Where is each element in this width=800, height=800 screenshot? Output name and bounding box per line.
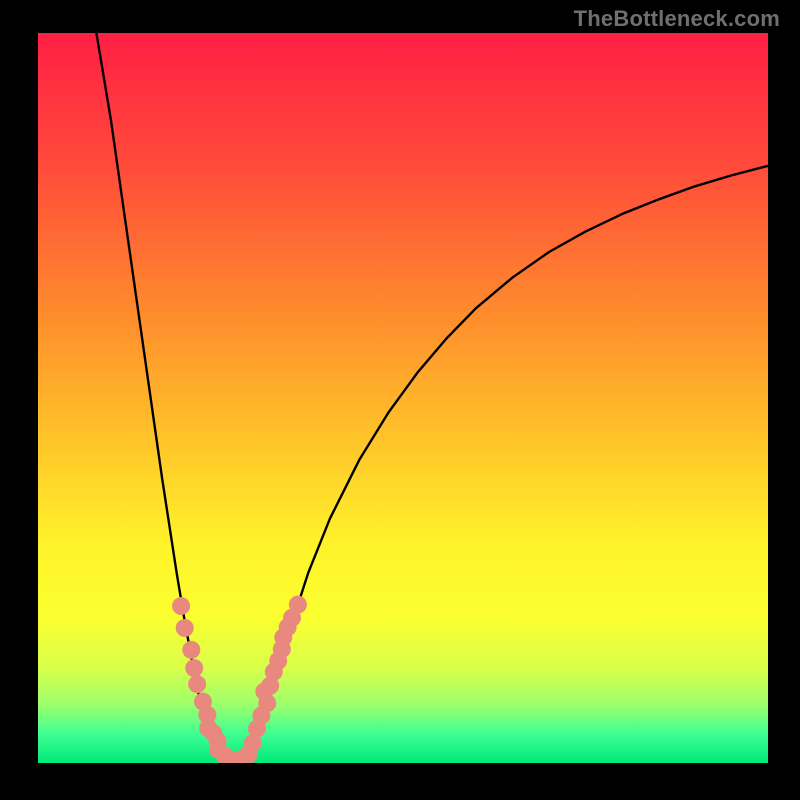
plot-area: [38, 33, 768, 763]
highlight-dot: [185, 659, 203, 677]
highlight-dot: [172, 597, 190, 615]
dot-layer: [38, 33, 768, 763]
watermark-text: TheBottleneck.com: [574, 6, 780, 32]
highlight-dot: [182, 641, 200, 659]
highlight-dot: [289, 596, 307, 614]
chart-frame: TheBottleneck.com: [0, 0, 800, 800]
highlight-dot: [176, 619, 194, 637]
highlight-dot: [188, 675, 206, 693]
